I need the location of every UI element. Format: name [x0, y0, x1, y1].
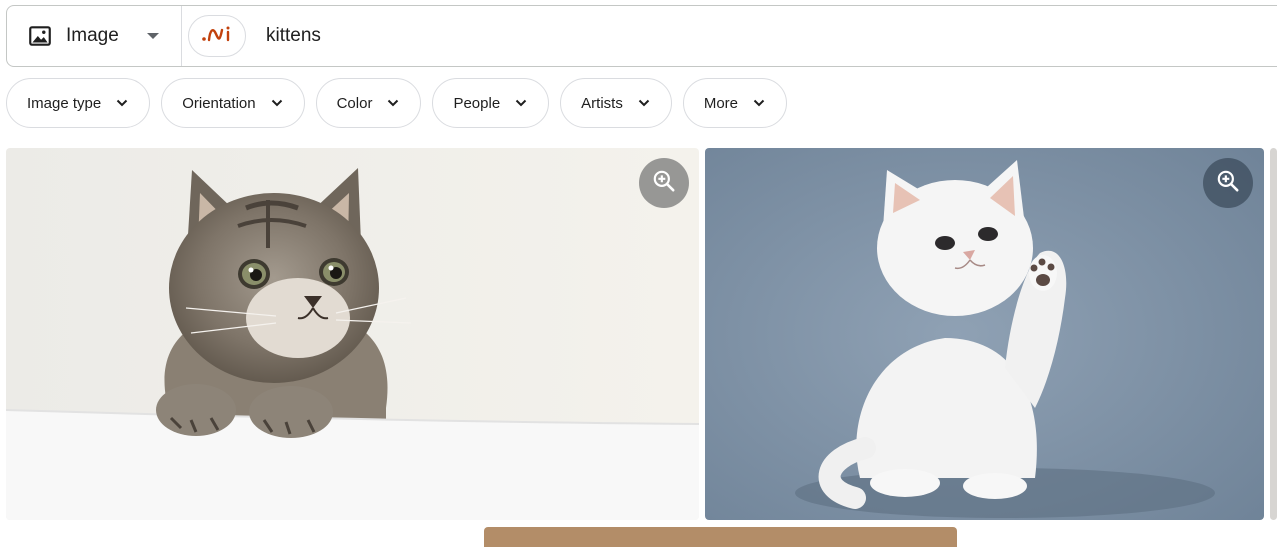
- filter-label: Color: [336, 94, 373, 112]
- image-icon: [27, 23, 53, 49]
- filter-label: More: [703, 94, 739, 112]
- result-image-white-kitten[interactable]: [705, 148, 1264, 520]
- white-kitten-image: [705, 148, 1264, 520]
- result-image-partial-bottom[interactable]: [484, 527, 957, 547]
- chevron-down-icon: [270, 96, 284, 110]
- search-input[interactable]: [266, 25, 1066, 47]
- search-bar: Image: [6, 5, 1277, 67]
- filter-orientation[interactable]: Orientation: [161, 78, 305, 128]
- filter-artists[interactable]: Artists: [560, 78, 672, 128]
- filter-label: Image type: [27, 94, 102, 112]
- filter-label: People: [453, 94, 501, 112]
- filter-bar: Image type Orientation Color People Arti…: [6, 78, 798, 128]
- filter-people[interactable]: People: [432, 78, 550, 128]
- filter-label: Orientation: [182, 94, 256, 112]
- result-image-tabby-kitten[interactable]: [6, 148, 699, 520]
- tabby-kitten-image: [6, 148, 699, 520]
- caret-down-icon: [146, 33, 159, 39]
- search-type-select[interactable]: Image: [7, 6, 182, 66]
- filter-more[interactable]: More: [682, 78, 788, 128]
- chevron-down-icon: [514, 96, 528, 110]
- zoom-in-icon: [1215, 168, 1241, 199]
- chevron-down-icon: [637, 96, 651, 110]
- zoom-button[interactable]: [639, 158, 689, 208]
- chevron-down-icon: [115, 96, 129, 110]
- ai-logo-icon: [200, 23, 234, 50]
- chevron-down-icon: [752, 96, 766, 110]
- filter-color[interactable]: Color: [315, 78, 422, 128]
- zoom-button[interactable]: [1203, 158, 1253, 208]
- ai-search-button[interactable]: [188, 15, 246, 57]
- zoom-in-icon: [651, 168, 677, 199]
- filter-label: Artists: [581, 94, 623, 112]
- filter-image-type[interactable]: Image type: [6, 78, 151, 128]
- chevron-down-icon: [386, 96, 400, 110]
- result-image-partial[interactable]: [1270, 148, 1277, 520]
- search-type-label: Image: [66, 25, 119, 46]
